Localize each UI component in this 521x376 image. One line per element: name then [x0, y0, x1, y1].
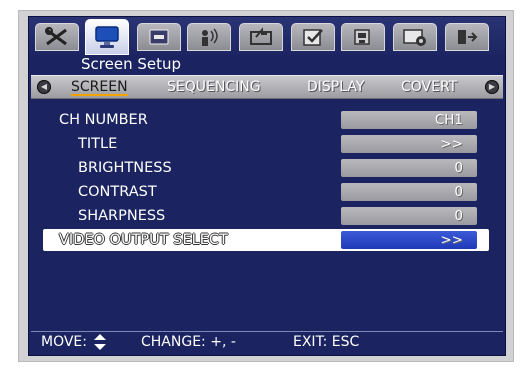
menu-row-video-output-select[interactable]: VIDEO OUTPUT SELECT >>: [43, 229, 489, 251]
active-underline: [71, 94, 128, 96]
tools-icon: [45, 27, 67, 46]
tab-monitor[interactable]: [85, 19, 129, 55]
footer-move-label: MOVE:: [41, 334, 87, 350]
tab-system[interactable]: [393, 23, 437, 51]
menu-tab-bar: [29, 17, 505, 55]
menu-row-value: >>: [440, 232, 463, 248]
menu-row-brightness[interactable]: BRIGHTNESS 0: [43, 157, 489, 179]
tab-backup[interactable]: [341, 23, 385, 51]
help-footer: MOVE: CHANGE: +, - EXIT: ESC: [31, 331, 503, 353]
menu-row-value-box[interactable]: 0: [341, 183, 477, 201]
subtab-covert[interactable]: COVERT: [401, 76, 457, 98]
submenu-next-arrow[interactable]: ▶: [485, 80, 499, 94]
network-icon: [202, 28, 218, 46]
record-icon: [250, 27, 272, 45]
menu-row-label: VIDEO OUTPUT SELECT: [59, 232, 228, 248]
menu-row-value-box[interactable]: 0: [341, 207, 477, 225]
osd-screen: Screen Setup ◀ SCREEN SEQUENCING DISPLAY…: [28, 16, 506, 356]
menu-row-value-box[interactable]: CH1: [341, 111, 477, 129]
menu-row-value-box[interactable]: >>: [341, 135, 477, 153]
menu-row-ch-number[interactable]: CH NUMBER CH1: [43, 109, 489, 131]
menu-row-title[interactable]: TITLE >>: [43, 133, 489, 155]
hdd-icon: [149, 29, 169, 45]
menu-row-label: CONTRAST: [78, 184, 157, 200]
subtab-sequencing[interactable]: SEQUENCING: [167, 76, 261, 98]
submenu-prev-arrow[interactable]: ◀: [37, 80, 51, 94]
footer-exit-label: EXIT: ESC: [293, 334, 360, 350]
exit-icon: [458, 30, 478, 44]
system-icon: [403, 29, 426, 46]
monitor-icon: [95, 26, 119, 48]
event-icon: [303, 29, 323, 46]
tab-record[interactable]: [239, 23, 283, 51]
menu-row-value-box[interactable]: 0: [341, 159, 477, 177]
tab-exit[interactable]: [445, 23, 489, 51]
tab-network[interactable]: [187, 23, 231, 51]
subtab-label: DISPLAY: [307, 79, 365, 95]
subtab-label: SEQUENCING: [167, 79, 261, 95]
chevron-left-icon: ◀: [40, 82, 48, 91]
osd-frame: Screen Setup ◀ SCREEN SEQUENCING DISPLAY…: [0, 0, 521, 376]
menu-row-label: BRIGHTNESS: [78, 160, 172, 176]
menu-row-value: 0: [454, 160, 463, 176]
up-down-arrow-icon: [94, 334, 106, 350]
backup-icon: [354, 29, 370, 45]
footer-change-label: CHANGE: +, -: [141, 334, 236, 350]
menu-row-value: CH1: [434, 112, 463, 128]
tab-hdd[interactable]: [137, 23, 181, 51]
menu-row-contrast[interactable]: CONTRAST 0: [43, 181, 489, 203]
menu-row-value-box[interactable]: >>: [341, 231, 477, 249]
tab-tools[interactable]: [35, 23, 79, 51]
submenu-bar: ◀ SCREEN SEQUENCING DISPLAY COVERT ▶: [31, 75, 503, 99]
subtab-display[interactable]: DISPLAY: [307, 76, 364, 98]
menu-row-value: 0: [454, 208, 463, 224]
tab-event[interactable]: [291, 23, 335, 51]
menu-row-value: >>: [440, 136, 463, 152]
subtab-label: COVERT: [401, 79, 458, 95]
menu-row-value: 0: [454, 184, 463, 200]
menu-row-label: SHARPNESS: [78, 208, 166, 224]
subtab-screen[interactable]: SCREEN: [71, 76, 128, 98]
chevron-right-icon: ▶: [488, 82, 496, 91]
page-title: Screen Setup: [81, 55, 181, 73]
menu-row-sharpness[interactable]: SHARPNESS 0: [43, 205, 489, 227]
subtab-label: SCREEN: [71, 79, 128, 95]
menu-row-label: CH NUMBER: [59, 112, 148, 128]
menu-row-label: TITLE: [78, 136, 118, 152]
